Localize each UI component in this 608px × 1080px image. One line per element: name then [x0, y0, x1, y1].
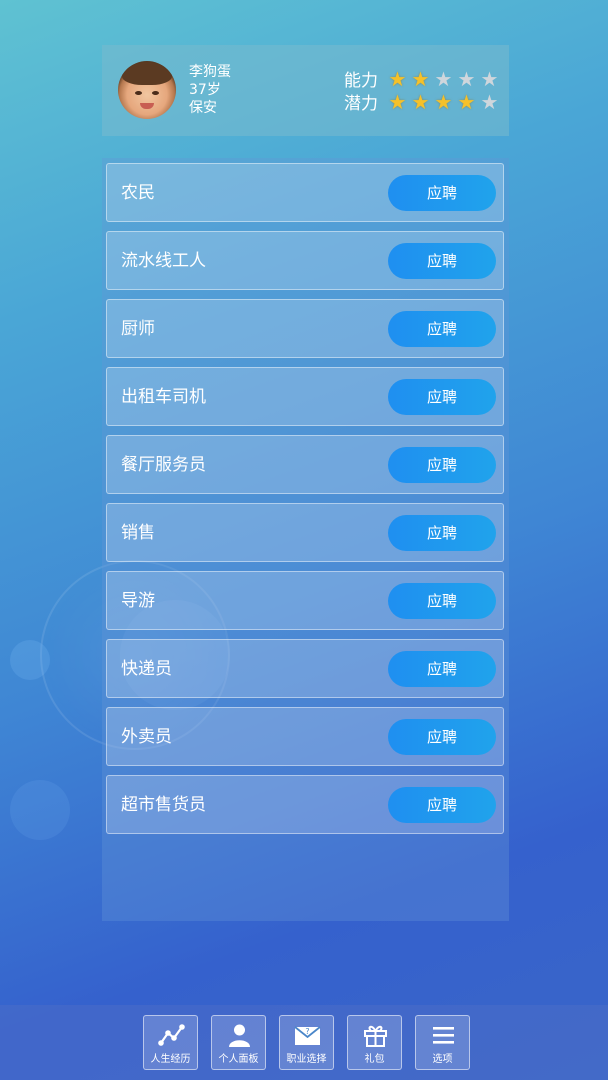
- job-name: 外卖员: [121, 727, 172, 747]
- apply-button[interactable]: 应聘: [388, 651, 496, 687]
- star-empty-icon: ★: [457, 66, 476, 91]
- apply-button[interactable]: 应聘: [388, 787, 496, 823]
- job-name: 出租车司机: [121, 387, 206, 407]
- person-icon: [229, 1024, 250, 1047]
- star-empty-icon: ★: [434, 66, 453, 91]
- bottom-nav: 人生经历 个人面板 ? 职业选择 礼包 选项: [0, 1005, 608, 1080]
- job-item: 出租车司机 应聘: [106, 367, 504, 426]
- apply-button[interactable]: 应聘: [388, 583, 496, 619]
- job-name: 导游: [121, 591, 155, 611]
- job-item: 餐厅服务员 应聘: [106, 435, 504, 494]
- job-name: 销售: [121, 523, 155, 543]
- job-item: 农民 应聘: [106, 163, 504, 222]
- nav-personal-panel[interactable]: 个人面板: [211, 1015, 266, 1070]
- job-item: 厨师 应聘: [106, 299, 504, 358]
- star-filled-icon: ★: [434, 89, 453, 114]
- job-name: 厨师: [121, 319, 155, 339]
- profile-info: 李狗蛋 37岁 保安: [189, 63, 231, 117]
- svg-text:?: ?: [305, 1027, 309, 1036]
- background-bokeh: [10, 780, 70, 840]
- apply-button[interactable]: 应聘: [388, 447, 496, 483]
- job-item: 流水线工人 应聘: [106, 231, 504, 290]
- nav-label: 职业选择: [286, 1054, 327, 1065]
- profile-name: 李狗蛋: [189, 64, 231, 80]
- star-filled-icon: ★: [388, 66, 407, 91]
- profile-stats: 能力 ★ ★ ★ ★ ★ 潜力 ★ ★ ★ ★ ★: [344, 67, 501, 115]
- potential-row: 潜力 ★ ★ ★ ★ ★: [344, 90, 501, 115]
- nav-life-history[interactable]: 人生经历: [143, 1015, 198, 1070]
- star-filled-icon: ★: [411, 89, 430, 114]
- profile-age: 37岁: [189, 82, 221, 98]
- envelope-icon: ?: [294, 1026, 321, 1045]
- star-filled-icon: ★: [457, 89, 476, 114]
- job-item: 超市售货员 应聘: [106, 775, 504, 834]
- nav-label: 选项: [432, 1054, 453, 1065]
- nav-label: 个人面板: [218, 1054, 259, 1065]
- job-name: 农民: [121, 183, 155, 203]
- job-name: 快递员: [121, 659, 172, 679]
- potential-stars: ★ ★ ★ ★ ★: [386, 91, 501, 113]
- chart-line-icon: [158, 1024, 185, 1046]
- star-filled-icon: ★: [388, 89, 407, 114]
- ability-label: 能力: [344, 71, 378, 91]
- nav-label: 礼包: [364, 1054, 385, 1065]
- potential-label: 潜力: [344, 94, 378, 114]
- nav-gift[interactable]: 礼包: [347, 1015, 402, 1070]
- nav-career-choice[interactable]: ? 职业选择: [279, 1015, 334, 1070]
- nav-label: 人生经历: [150, 1054, 191, 1065]
- apply-button[interactable]: 应聘: [388, 379, 496, 415]
- apply-button[interactable]: 应聘: [388, 515, 496, 551]
- star-empty-icon: ★: [480, 89, 499, 114]
- job-item: 快递员 应聘: [106, 639, 504, 698]
- job-name: 超市售货员: [121, 795, 206, 815]
- background-bokeh: [10, 640, 50, 680]
- nav-options[interactable]: 选项: [415, 1015, 470, 1070]
- ability-stars: ★ ★ ★ ★ ★: [386, 68, 501, 90]
- gift-icon: [364, 1025, 387, 1047]
- job-item: 销售 应聘: [106, 503, 504, 562]
- job-item: 外卖员 应聘: [106, 707, 504, 766]
- avatar: [118, 61, 176, 119]
- job-item: 导游 应聘: [106, 571, 504, 630]
- job-name: 餐厅服务员: [121, 455, 206, 475]
- apply-button[interactable]: 应聘: [388, 175, 496, 211]
- menu-icon: [433, 1027, 454, 1044]
- ability-row: 能力 ★ ★ ★ ★ ★: [344, 67, 501, 92]
- job-name: 流水线工人: [121, 251, 206, 271]
- apply-button[interactable]: 应聘: [388, 719, 496, 755]
- apply-button[interactable]: 应聘: [388, 243, 496, 279]
- job-list: 农民 应聘 流水线工人 应聘 厨师 应聘 出租车司机 应聘 餐厅服务员 应聘 销…: [102, 158, 509, 921]
- star-filled-icon: ★: [411, 66, 430, 91]
- star-empty-icon: ★: [480, 66, 499, 91]
- profile-card: 李狗蛋 37岁 保安 能力 ★ ★ ★ ★ ★ 潜力 ★ ★ ★ ★ ★: [102, 45, 509, 136]
- profile-current-job: 保安: [189, 100, 217, 116]
- apply-button[interactable]: 应聘: [388, 311, 496, 347]
